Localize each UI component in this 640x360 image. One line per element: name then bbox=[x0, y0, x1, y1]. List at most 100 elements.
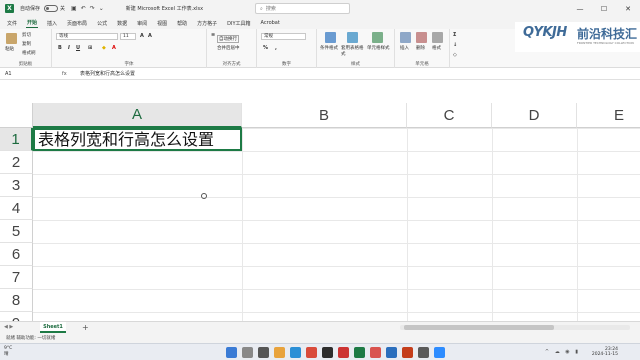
excel-taskbar-icon[interactable] bbox=[354, 347, 365, 358]
delete-cells-button[interactable]: 删除 bbox=[416, 45, 425, 51]
format-painter-button[interactable]: 格式刷 bbox=[22, 50, 36, 56]
maximize-button[interactable]: ☐ bbox=[592, 0, 616, 17]
app-blue-icon[interactable] bbox=[434, 347, 445, 358]
column-header-b[interactable]: B bbox=[242, 103, 407, 128]
tab-view[interactable]: 视图 bbox=[156, 19, 168, 28]
paste-button[interactable]: 粘贴 bbox=[5, 46, 14, 52]
italic-icon[interactable]: I bbox=[68, 45, 70, 51]
horizontal-scrollbar[interactable] bbox=[400, 325, 630, 330]
app-red-icon[interactable] bbox=[306, 347, 317, 358]
search-box[interactable]: ⌕ 搜索 bbox=[255, 3, 350, 14]
weather-widget[interactable]: 9°C 晴 bbox=[4, 346, 12, 358]
redo-icon[interactable]: ↷ bbox=[90, 5, 95, 12]
word-taskbar-icon[interactable] bbox=[386, 347, 397, 358]
copy-button[interactable]: 复制 bbox=[22, 41, 31, 47]
bold-icon[interactable]: B bbox=[58, 45, 62, 51]
more-icon[interactable]: ⌄ bbox=[99, 5, 104, 12]
col-line-b bbox=[242, 128, 243, 321]
tab-data[interactable]: 数据 bbox=[116, 19, 128, 28]
font-name-select[interactable]: 等线 bbox=[56, 33, 118, 40]
wrap-text[interactable]: 自动换行 bbox=[217, 35, 239, 43]
clear-icon[interactable]: ◇ bbox=[453, 52, 457, 58]
select-all-corner[interactable] bbox=[0, 103, 33, 128]
tab-file[interactable]: 文件 bbox=[6, 19, 18, 28]
formula-input[interactable]: 表格列宽和行高怎么设置 bbox=[80, 70, 135, 78]
delete-cells-icon[interactable] bbox=[416, 32, 427, 43]
row-header-4[interactable]: 4 bbox=[0, 197, 33, 220]
tab-help[interactable]: 帮助 bbox=[176, 19, 188, 28]
add-sheet-button[interactable]: + bbox=[82, 322, 89, 333]
tab-review[interactable]: 审阅 bbox=[136, 19, 148, 28]
row-header-8[interactable]: 8 bbox=[0, 289, 33, 312]
font-color-icon[interactable]: A bbox=[112, 45, 116, 51]
tab-home[interactable]: 开始 bbox=[26, 18, 39, 28]
column-header-d[interactable]: D bbox=[492, 103, 577, 128]
save-icon[interactable]: ▣ bbox=[71, 5, 77, 12]
tab-fangfanggezi[interactable]: 方方格子 bbox=[196, 19, 218, 28]
app-pdf-icon[interactable] bbox=[370, 347, 381, 358]
app-gray-icon[interactable] bbox=[418, 347, 429, 358]
shrink-font-icon[interactable]: A bbox=[148, 33, 152, 39]
row-header-9[interactable]: 9 bbox=[0, 312, 33, 321]
format-as-table-button[interactable]: 套用表格格式 bbox=[341, 45, 365, 57]
cut-button[interactable]: 剪切 bbox=[22, 32, 31, 38]
number-format-select[interactable]: 常规 bbox=[261, 33, 306, 40]
align-top-icon[interactable]: ≡ bbox=[211, 32, 215, 38]
percent-icon[interactable]: % bbox=[263, 45, 268, 51]
name-box[interactable]: A1 bbox=[3, 70, 58, 78]
close-button[interactable]: ✕ bbox=[616, 0, 640, 17]
task-view-icon[interactable] bbox=[258, 347, 269, 358]
format-cells-button[interactable]: 格式 bbox=[432, 45, 441, 51]
border-icon[interactable]: ⊞ bbox=[88, 45, 92, 51]
row-header-6[interactable]: 6 bbox=[0, 243, 33, 266]
conditional-format-button[interactable]: 条件格式 bbox=[320, 45, 338, 51]
cell-a1[interactable]: 表格列宽和行高怎么设置 bbox=[33, 128, 242, 151]
edge-icon[interactable] bbox=[290, 347, 301, 358]
column-header-e[interactable]: E bbox=[577, 103, 640, 128]
autosave-toggle[interactable] bbox=[44, 5, 59, 12]
format-as-table-icon[interactable] bbox=[347, 32, 358, 43]
underline-icon[interactable]: U bbox=[76, 45, 80, 51]
comma-icon[interactable]: , bbox=[275, 45, 277, 51]
scrollbar-thumb[interactable] bbox=[404, 325, 554, 330]
row-header-1[interactable]: 1 bbox=[0, 128, 33, 151]
minimize-button[interactable]: — bbox=[568, 0, 592, 17]
app-dark-icon[interactable] bbox=[322, 347, 333, 358]
undo-icon[interactable]: ↶ bbox=[81, 5, 86, 12]
row-header-2[interactable]: 2 bbox=[0, 151, 33, 174]
row-header-7[interactable]: 7 bbox=[0, 266, 33, 289]
autosum-icon[interactable]: Σ bbox=[453, 32, 456, 38]
paste-icon[interactable] bbox=[6, 33, 17, 44]
powerpoint-taskbar-icon[interactable] bbox=[402, 347, 413, 358]
start-icon[interactable] bbox=[226, 347, 237, 358]
merge-center-button[interactable]: 合并后居中 bbox=[217, 45, 240, 51]
system-tray-icons[interactable]: ^ ☁ ◉ ▮ bbox=[545, 349, 580, 355]
grow-font-icon[interactable]: A bbox=[140, 33, 144, 39]
tab-acrobat[interactable]: Acrobat bbox=[260, 19, 281, 27]
clock[interactable]: 23:24 2024-11-15 bbox=[592, 347, 618, 357]
column-header-a[interactable]: A bbox=[33, 103, 242, 128]
font-group-label: 字体 bbox=[124, 62, 134, 67]
cell-styles-icon[interactable] bbox=[372, 32, 383, 43]
format-cells-icon[interactable] bbox=[432, 32, 443, 43]
cell-styles-button[interactable]: 单元格样式 bbox=[367, 45, 390, 51]
tab-page-layout[interactable]: 页面布局 bbox=[66, 19, 88, 28]
fill-icon[interactable]: ↓ bbox=[453, 42, 457, 48]
sheet-nav-arrows-icon[interactable]: ◀ ▶ bbox=[4, 322, 13, 333]
tab-insert[interactable]: 插入 bbox=[46, 19, 58, 28]
insert-cells-icon[interactable] bbox=[400, 32, 411, 43]
row-header-3[interactable]: 3 bbox=[0, 174, 33, 197]
conditional-format-icon[interactable] bbox=[325, 32, 336, 43]
tab-formulas[interactable]: 公式 bbox=[96, 19, 108, 28]
font-size-select[interactable]: 11 bbox=[120, 33, 136, 40]
app-red2-icon[interactable] bbox=[338, 347, 349, 358]
search-taskbar-icon[interactable] bbox=[242, 347, 253, 358]
tab-diy-toolbox[interactable]: DIY工具箱 bbox=[226, 19, 251, 28]
fx-icon[interactable]: fx bbox=[62, 70, 67, 78]
row-header-5[interactable]: 5 bbox=[0, 220, 33, 243]
column-header-c[interactable]: C bbox=[407, 103, 492, 128]
fill-color-icon[interactable]: ◆ bbox=[102, 45, 106, 51]
sheet-tab-sheet1[interactable]: Sheet1 bbox=[40, 322, 66, 333]
insert-cells-button[interactable]: 插入 bbox=[400, 45, 409, 51]
file-explorer-icon[interactable] bbox=[274, 347, 285, 358]
